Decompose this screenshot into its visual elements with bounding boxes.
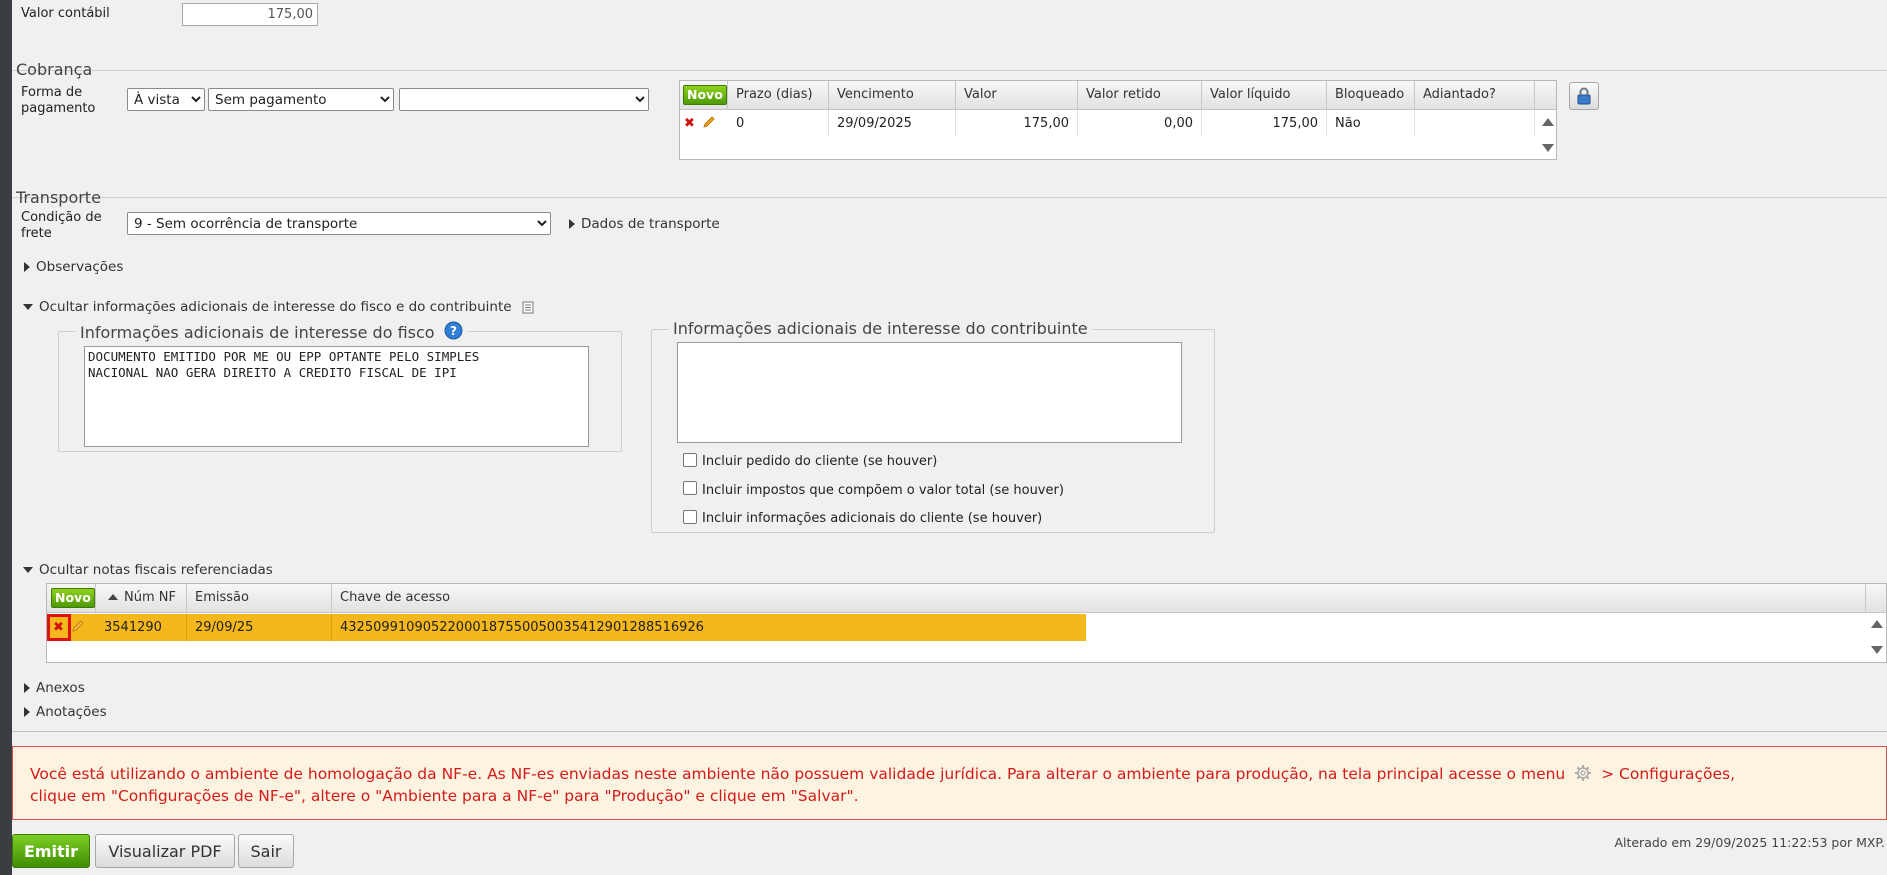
cobranca-novo-button[interactable]: Novo (683, 85, 727, 105)
valor-contabil-field[interactable]: 175,00 (182, 3, 318, 26)
document-icon[interactable] (522, 301, 534, 314)
condicao-frete-select[interactable]: 9 - Sem ocorrência de transporte (127, 212, 551, 235)
lock-icon (1577, 87, 1591, 105)
valor-contabil-label: Valor contábil (21, 6, 110, 21)
homologacao-warning: Você está utilizando o ambiente de homol… (12, 746, 1887, 820)
visualizar-pdf-button[interactable]: Visualizar PDF (95, 834, 235, 868)
anexos-toggle[interactable]: Anexos (24, 680, 85, 696)
scroll-down-icon[interactable] (1871, 646, 1883, 654)
sair-button[interactable]: Sair (238, 834, 294, 868)
tipo-pagamento-select[interactable]: Sem pagamento (208, 88, 394, 111)
delete-icon[interactable]: ✖ (684, 116, 695, 131)
incluir-impostos-label: Incluir impostos que compõem o valor tot… (702, 483, 1064, 498)
edit-pencil-icon[interactable] (71, 619, 85, 633)
col-vencimento[interactable]: Vencimento (829, 81, 956, 109)
cell-num-nf: 3541290 (96, 614, 187, 641)
cell-chave-acesso: 4325099109052200018755005003541290128851… (340, 620, 704, 635)
incluir-info-cliente-checkbox[interactable] (683, 510, 697, 524)
scroll-up-icon[interactable] (1871, 620, 1883, 628)
scroll-up-icon[interactable] (1542, 118, 1554, 126)
scroll-down-icon[interactable] (1542, 144, 1554, 152)
delete-icon[interactable]: ✖ (53, 620, 64, 635)
col-prazo[interactable]: Prazo (dias) (728, 81, 829, 109)
col-valor[interactable]: Valor (956, 81, 1078, 109)
col-bloqueado[interactable]: Bloqueado (1327, 81, 1415, 109)
anotacoes-toggle[interactable]: Anotações (24, 704, 107, 720)
novo-header-cell: Novo (47, 584, 96, 612)
collapse-arrow-icon (23, 567, 33, 573)
cell-vencimento: 29/09/2025 (829, 110, 956, 137)
cobranca-title: Cobrança (16, 60, 93, 79)
svg-text:?: ? (450, 324, 457, 338)
notas-grid-header: Novo Núm NF Emissão Chave de acesso (47, 584, 1886, 613)
anexos-label: Anexos (36, 680, 85, 696)
fisco-legend: Informações adicionais de interesse do f… (76, 321, 467, 342)
gear-icon (1575, 765, 1592, 781)
cell-valor: 175,00 (956, 110, 1078, 137)
cobranca-grid: Novo Prazo (dias) Vencimento Valor Valor… (679, 80, 1557, 160)
col-valor-liquido[interactable]: Valor líquido (1202, 81, 1327, 109)
col-adiantado[interactable]: Adiantado? (1415, 81, 1535, 109)
incluir-pedido-checkbox[interactable] (683, 453, 697, 467)
warning-text-2: > Configurações, (1601, 765, 1736, 783)
warning-text-3: clique em "Configurações de NF-e", alter… (30, 787, 859, 805)
dados-transporte-label: Dados de transporte (581, 216, 720, 232)
contribuinte-legend: Informações adicionais de interesse do c… (669, 319, 1092, 338)
cell-valor-liquido: 175,00 (1202, 110, 1327, 137)
col-num-nf[interactable]: Núm NF (96, 584, 187, 612)
incluir-info-cliente-label: Incluir informações adicionais do client… (702, 511, 1043, 526)
notas-referenciadas-toggle[interactable]: Ocultar notas fiscais referenciadas (23, 562, 273, 578)
col-emissao[interactable]: Emissão (187, 584, 332, 612)
warning-text-1: Você está utilizando o ambiente de homol… (30, 765, 1566, 783)
dados-transporte-toggle[interactable]: Dados de transporte (569, 216, 720, 232)
nfe-form-page: Valor contábil 175,00 Cobrança Forma de … (12, 0, 1887, 875)
sort-asc-icon (108, 593, 118, 600)
anotacoes-label: Anotações (36, 704, 107, 720)
forma-pagamento-label: Forma de pagamento (21, 85, 96, 116)
divider (12, 731, 1887, 732)
notas-novo-button[interactable]: Novo (51, 588, 95, 608)
help-icon[interactable]: ? (444, 321, 463, 340)
emitir-button[interactable]: Emitir (12, 834, 90, 868)
divider (12, 70, 1887, 71)
conta-select[interactable] (399, 88, 649, 111)
fisco-legend-text: Informações adicionais de interesse do f… (80, 323, 435, 342)
lock-button[interactable] (1569, 82, 1599, 110)
forma-pagamento-select[interactable]: À vista (127, 88, 205, 111)
observacoes-toggle[interactable]: Observações (24, 259, 123, 275)
cell-adiantado (1415, 110, 1535, 137)
incluir-pedido-label: Incluir pedido do cliente (se houver) (702, 454, 938, 469)
expand-arrow-icon (24, 707, 30, 717)
cell-bloqueado: Não (1327, 110, 1415, 137)
edit-pencil-icon[interactable] (702, 115, 716, 129)
info-adicionais-toggle[interactable]: Ocultar informações adicionais de intere… (23, 299, 534, 315)
contribuinte-textarea[interactable] (677, 342, 1182, 443)
expand-arrow-icon (569, 219, 575, 229)
novo-header-cell: Novo (680, 81, 728, 109)
notas-referenciadas-label: Ocultar notas fiscais referenciadas (39, 562, 273, 578)
observacoes-label: Observações (36, 259, 124, 275)
cobranca-grid-header: Novo Prazo (dias) Vencimento Valor Valor… (680, 81, 1556, 110)
cell-valor-retido: 0,00 (1078, 110, 1202, 137)
divider (12, 197, 1887, 198)
transporte-title: Transporte (16, 188, 101, 207)
table-row[interactable]: ✖ 0 29/09/2025 175,00 0,00 175,00 Não (680, 110, 1536, 137)
cell-emissao: 29/09/25 (187, 614, 332, 641)
fisco-textarea[interactable]: DOCUMENTO EMITIDO POR ME OU EPP OPTANTE … (84, 346, 589, 447)
collapse-arrow-icon (23, 304, 33, 310)
expand-arrow-icon (24, 683, 30, 693)
footer-status: Alterado em 29/09/2025 11:22:53 por MXP. (1614, 835, 1885, 850)
col-num-nf-label: Núm NF (124, 590, 176, 605)
col-chave-acesso[interactable]: Chave de acesso (332, 584, 1866, 612)
cell-prazo: 0 (728, 110, 829, 137)
col-valor-retido[interactable]: Valor retido (1078, 81, 1202, 109)
expand-arrow-icon (24, 262, 30, 272)
notas-grid: Novo Núm NF Emissão Chave de acesso ✖ 35… (46, 583, 1887, 663)
info-adicionais-label: Ocultar informações adicionais de intere… (39, 299, 512, 315)
table-row[interactable]: ✖ 3541290 29/09/25 432509910905220001875… (47, 614, 1086, 641)
incluir-impostos-checkbox[interactable] (683, 481, 697, 495)
condicao-frete-label: Condição de frete (21, 210, 102, 241)
